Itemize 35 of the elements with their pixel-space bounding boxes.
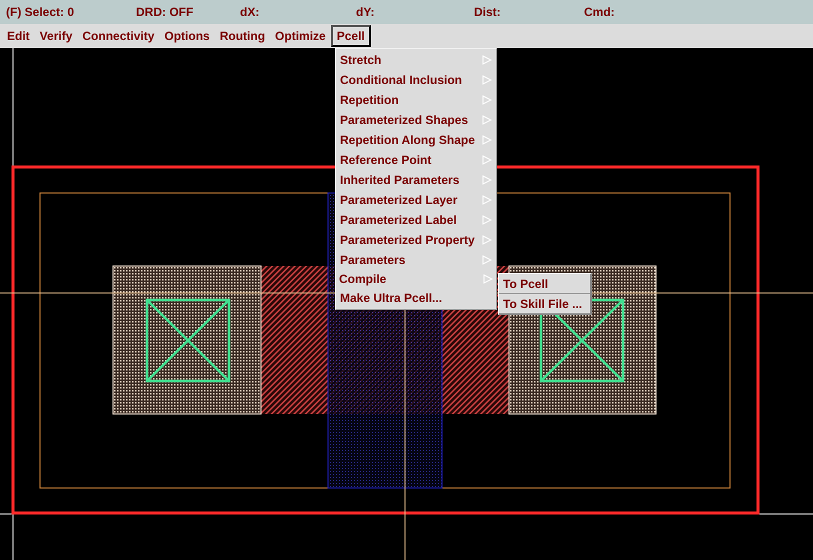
menu-item[interactable]: Conditional Inclusion — [336, 70, 496, 90]
status-text: dY: — [356, 5, 376, 19]
menu-item[interactable]: Parameters — [336, 250, 496, 270]
menu-item[interactable]: Inherited Parameters — [336, 170, 496, 190]
menu-item[interactable]: To Skill File ... — [499, 294, 590, 314]
menu-item[interactable]: Parameterized Label — [336, 210, 496, 230]
status-text: DRD: OFF — [136, 5, 194, 19]
menu-item-label: Parameterized Property — [340, 233, 475, 247]
menu-item[interactable]: Parameterized Layer — [336, 190, 496, 210]
status-text: Cmd: — [584, 5, 616, 19]
menu-item[interactable]: Compile — [336, 270, 496, 288]
menu-item[interactable]: Parameterized Property — [336, 230, 496, 250]
menu-item[interactable]: Stretch — [336, 50, 496, 70]
menu-item-label: Conditional Inclusion — [340, 73, 462, 87]
status-text: Dist: — [474, 5, 502, 19]
menu-item[interactable]: Pcell — [330, 25, 371, 47]
menu-item-label: Parameterized Layer — [340, 193, 458, 207]
menu-item[interactable]: Parameterized Shapes — [336, 110, 496, 130]
menu-item-label: Reference Point — [340, 153, 432, 167]
menu-item-label: Compile — [339, 272, 386, 286]
menu-item-label: Repetition — [340, 93, 399, 107]
menu-item-label: Parameterized Label — [340, 213, 457, 227]
menu-item[interactable]: Reference Point — [336, 150, 496, 170]
menu-item-label: Inherited Parameters — [340, 173, 460, 187]
menu-item[interactable]: Repetition Along Shape — [336, 130, 496, 150]
menu-item-label: Stretch — [340, 53, 382, 67]
status-text: dX: — [240, 5, 260, 19]
menu-item[interactable]: Make Ultra Pcell... — [336, 288, 496, 308]
menu-item-label: Parameters — [340, 253, 406, 267]
menu-item[interactable]: Repetition — [336, 90, 496, 110]
menu-item[interactable]: To Pcell — [499, 274, 590, 294]
status-text: (F) Select: 0 — [6, 5, 76, 19]
menu-item-label: Parameterized Shapes — [340, 113, 468, 127]
menu-item-label: Make Ultra Pcell... — [340, 291, 442, 305]
menu-item-label: Repetition Along Shape — [340, 133, 475, 147]
